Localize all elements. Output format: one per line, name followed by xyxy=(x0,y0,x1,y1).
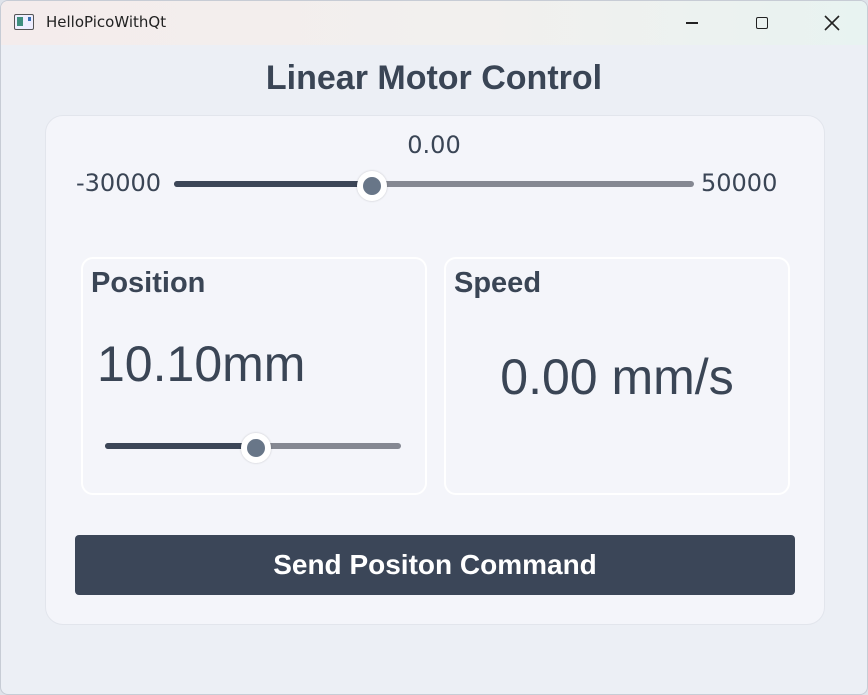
maximize-icon xyxy=(756,17,768,29)
close-button[interactable] xyxy=(797,1,867,45)
position-value: 10.10mm xyxy=(97,336,306,392)
position-label: Position xyxy=(91,267,206,299)
window-title: HelloPicoWithQt xyxy=(46,13,167,31)
speed-value: 0.00 mm/s xyxy=(500,349,734,405)
speed-label: Speed xyxy=(454,267,542,299)
main-slider-min-label: -30000 xyxy=(76,169,162,197)
minimize-button[interactable] xyxy=(657,1,727,45)
send-position-command-button[interactable]: Send Positon Command xyxy=(75,535,795,595)
speed-panel: Speed 0.00 mm/s xyxy=(444,257,790,495)
main-slider-max-label: 50000 xyxy=(701,169,778,197)
page-title: Linear Motor Control xyxy=(265,59,603,97)
maximize-button[interactable] xyxy=(727,1,797,45)
app-window: HelloPicoWithQt Linear Motor Control 0.0… xyxy=(0,0,868,695)
main-slider-fill xyxy=(174,181,372,187)
main-slider-handle[interactable] xyxy=(356,171,387,201)
title-bar[interactable]: HelloPicoWithQt xyxy=(1,1,867,45)
close-icon xyxy=(824,15,840,31)
main-slider-track[interactable] xyxy=(174,181,694,187)
main-slider-value: 0.00 xyxy=(407,131,461,159)
app-icon xyxy=(14,14,34,30)
minimize-icon xyxy=(686,22,698,24)
position-slider-fill xyxy=(105,443,256,449)
position-slider-handle[interactable] xyxy=(240,433,271,463)
